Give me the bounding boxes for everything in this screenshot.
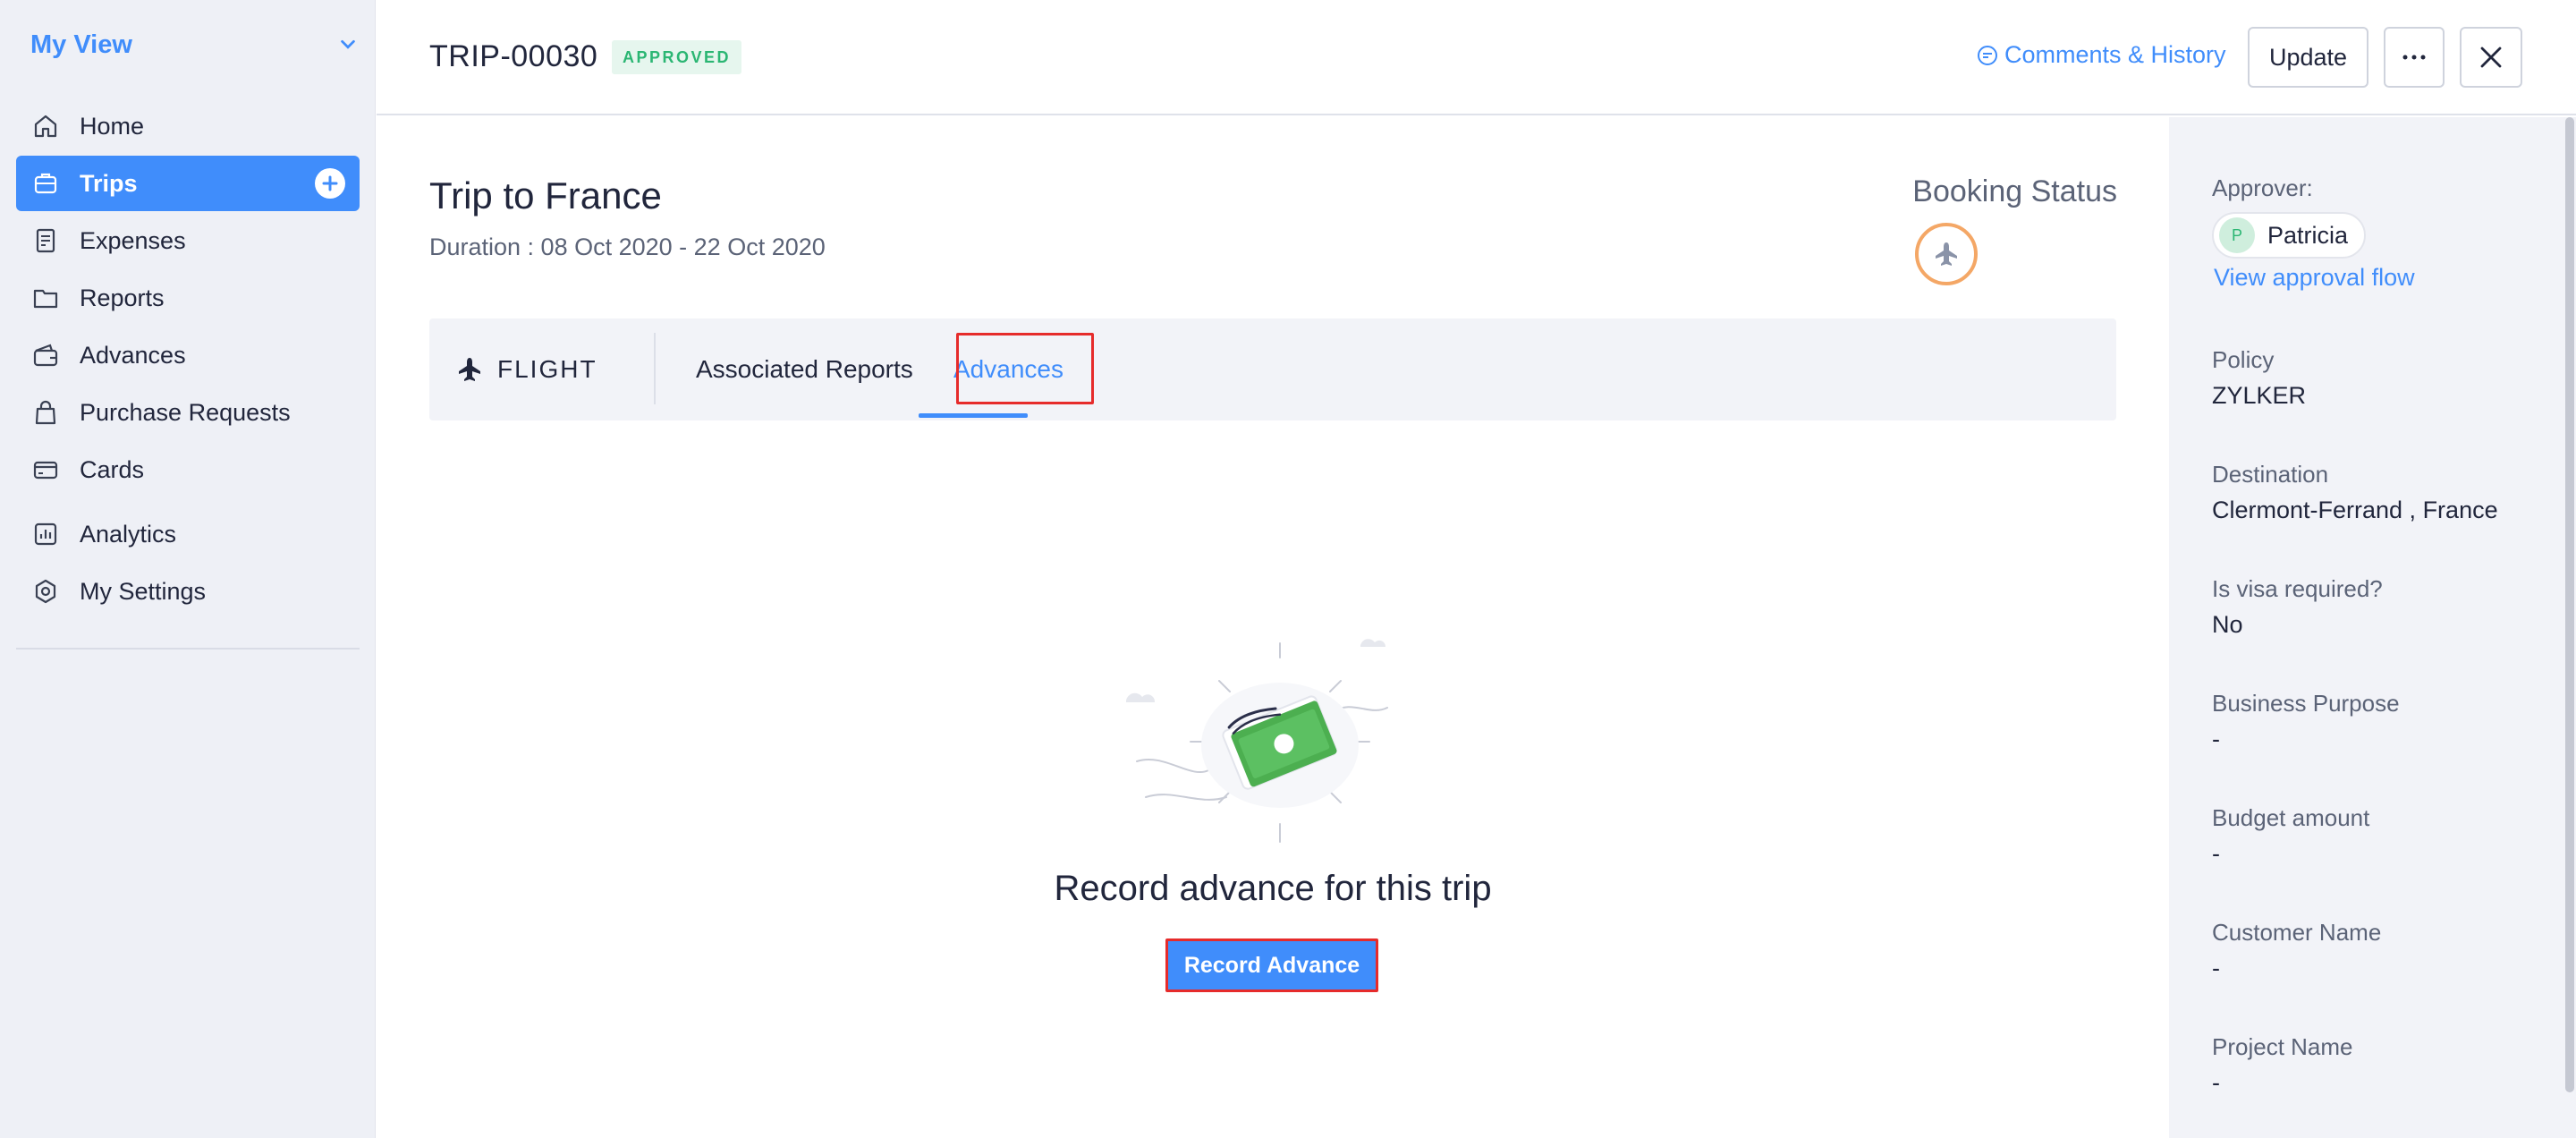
- sidebar-item-label: Advances: [80, 341, 186, 369]
- advances-tab-highlight: [956, 333, 1094, 404]
- view-approval-flow-link[interactable]: View approval flow: [2214, 264, 2415, 292]
- scrollbar[interactable]: [2563, 117, 2576, 1138]
- booking-status-label: Booking Status: [1912, 174, 2117, 208]
- comment-icon: [1978, 45, 1997, 65]
- ellipsis-icon: [2402, 55, 2426, 60]
- trip-name: Trip to France: [429, 174, 662, 217]
- visa-label: Is visa required?: [2212, 575, 2383, 602]
- budget-amount-value: -: [2212, 840, 2220, 867]
- sidebar-item-label: Trips: [80, 169, 138, 197]
- sidebar-item-analytics[interactable]: Analytics: [16, 506, 360, 562]
- sidebar-item-label: Analytics: [80, 520, 177, 548]
- approver-chip[interactable]: P Patricia: [2212, 212, 2367, 259]
- sidebar-item-purchase-requests[interactable]: Purchase Requests: [16, 385, 360, 440]
- chart-icon: [30, 519, 61, 549]
- budget-amount-label: Budget amount: [2212, 804, 2370, 831]
- approver-label: Approver:: [2212, 174, 2313, 201]
- tab-flight-label: FLIGHT: [497, 355, 597, 383]
- business-purpose-label: Business Purpose: [2212, 690, 2400, 717]
- tab-separator: [654, 333, 656, 404]
- sidebar-item-label: My Settings: [80, 577, 207, 605]
- business-purpose-value: -: [2212, 726, 2220, 752]
- sidebar-item-expenses[interactable]: Expenses: [16, 213, 360, 268]
- gear-icon: [30, 576, 61, 607]
- sidebar-item-advances[interactable]: Advances: [16, 327, 360, 383]
- sidebar-item-cards[interactable]: Cards: [16, 442, 360, 497]
- comments-history-label: Comments & History: [2004, 41, 2226, 68]
- approver-name: Patricia: [2267, 221, 2349, 249]
- flight-icon: [459, 358, 480, 381]
- sidebar-item-home[interactable]: Home: [16, 98, 360, 154]
- visa-value: No: [2212, 611, 2243, 638]
- update-button[interactable]: Update: [2248, 27, 2368, 88]
- policy-value: ZYLKER: [2212, 382, 2307, 409]
- destination-label: Destination: [2212, 461, 2329, 488]
- money-illustration: [1126, 639, 1388, 843]
- scrollbar-thumb[interactable]: [2565, 117, 2574, 1092]
- header: TRIP-00030 APPROVED Comments & History U…: [377, 0, 2576, 115]
- more-options-button[interactable]: [2384, 27, 2445, 88]
- comments-history-link[interactable]: Comments & History: [1976, 41, 2226, 69]
- folder-icon: [30, 283, 61, 313]
- empty-state-message: Record advance for this trip: [1054, 869, 1492, 908]
- booking-status-indicator: [1915, 223, 1978, 285]
- record-advance-button[interactable]: Record Advance: [1165, 938, 1378, 992]
- tab-flight[interactable]: FLIGHT: [454, 318, 597, 420]
- avatar: P: [2219, 217, 2255, 253]
- sidebar-divider: [16, 648, 360, 650]
- trip-info-panel: Approver: P Patricia View approval flow …: [2169, 117, 2576, 1138]
- sidebar-item-label: Reports: [80, 284, 165, 311]
- sidebar-item-label: Purchase Requests: [80, 398, 291, 426]
- sidebar-item-label: Cards: [80, 455, 145, 483]
- project-name-label: Project Name: [2212, 1033, 2353, 1060]
- bag-icon: [30, 397, 61, 428]
- customer-name-value: -: [2212, 955, 2220, 981]
- trip-id: TRIP-00030: [429, 39, 598, 73]
- trip-tabs: FLIGHT Associated Reports Advances: [429, 318, 2116, 420]
- view-switcher[interactable]: My View: [30, 27, 358, 63]
- receipt-icon: [30, 225, 61, 256]
- add-trip-button[interactable]: [315, 168, 345, 199]
- sidebar-item-trips[interactable]: Trips: [16, 156, 360, 211]
- trip-duration: Duration : 08 Oct 2020 - 22 Oct 2020: [429, 234, 826, 260]
- sidebar: My View Home Trips Expenses Reports Adva…: [0, 0, 376, 1138]
- close-icon: [2480, 47, 2502, 68]
- project-name-value: -: [2212, 1069, 2220, 1096]
- customer-name-label: Customer Name: [2212, 919, 2382, 946]
- trip-details: Trip to France Duration : 08 Oct 2020 - …: [377, 117, 2169, 1138]
- sidebar-item-reports[interactable]: Reports: [16, 270, 360, 326]
- home-icon: [30, 111, 61, 141]
- close-button[interactable]: [2460, 27, 2522, 88]
- active-tab-indicator: [919, 413, 1028, 418]
- card-icon: [30, 454, 61, 485]
- sidebar-item-label: Expenses: [80, 226, 186, 254]
- wallet-icon: [30, 340, 61, 370]
- flight-icon: [1936, 242, 1957, 266]
- sidebar-item-label: Home: [80, 112, 145, 140]
- tab-associated-reports[interactable]: Associated Reports: [696, 318, 913, 420]
- destination-value: Clermont-Ferrand , France: [2212, 497, 2498, 523]
- policy-label: Policy: [2212, 346, 2275, 373]
- sidebar-item-my-settings[interactable]: My Settings: [16, 564, 360, 619]
- view-title: My View: [30, 30, 132, 59]
- status-badge: APPROVED: [612, 40, 742, 74]
- chevron-down-icon: [341, 39, 355, 49]
- trips-icon: [30, 168, 61, 199]
